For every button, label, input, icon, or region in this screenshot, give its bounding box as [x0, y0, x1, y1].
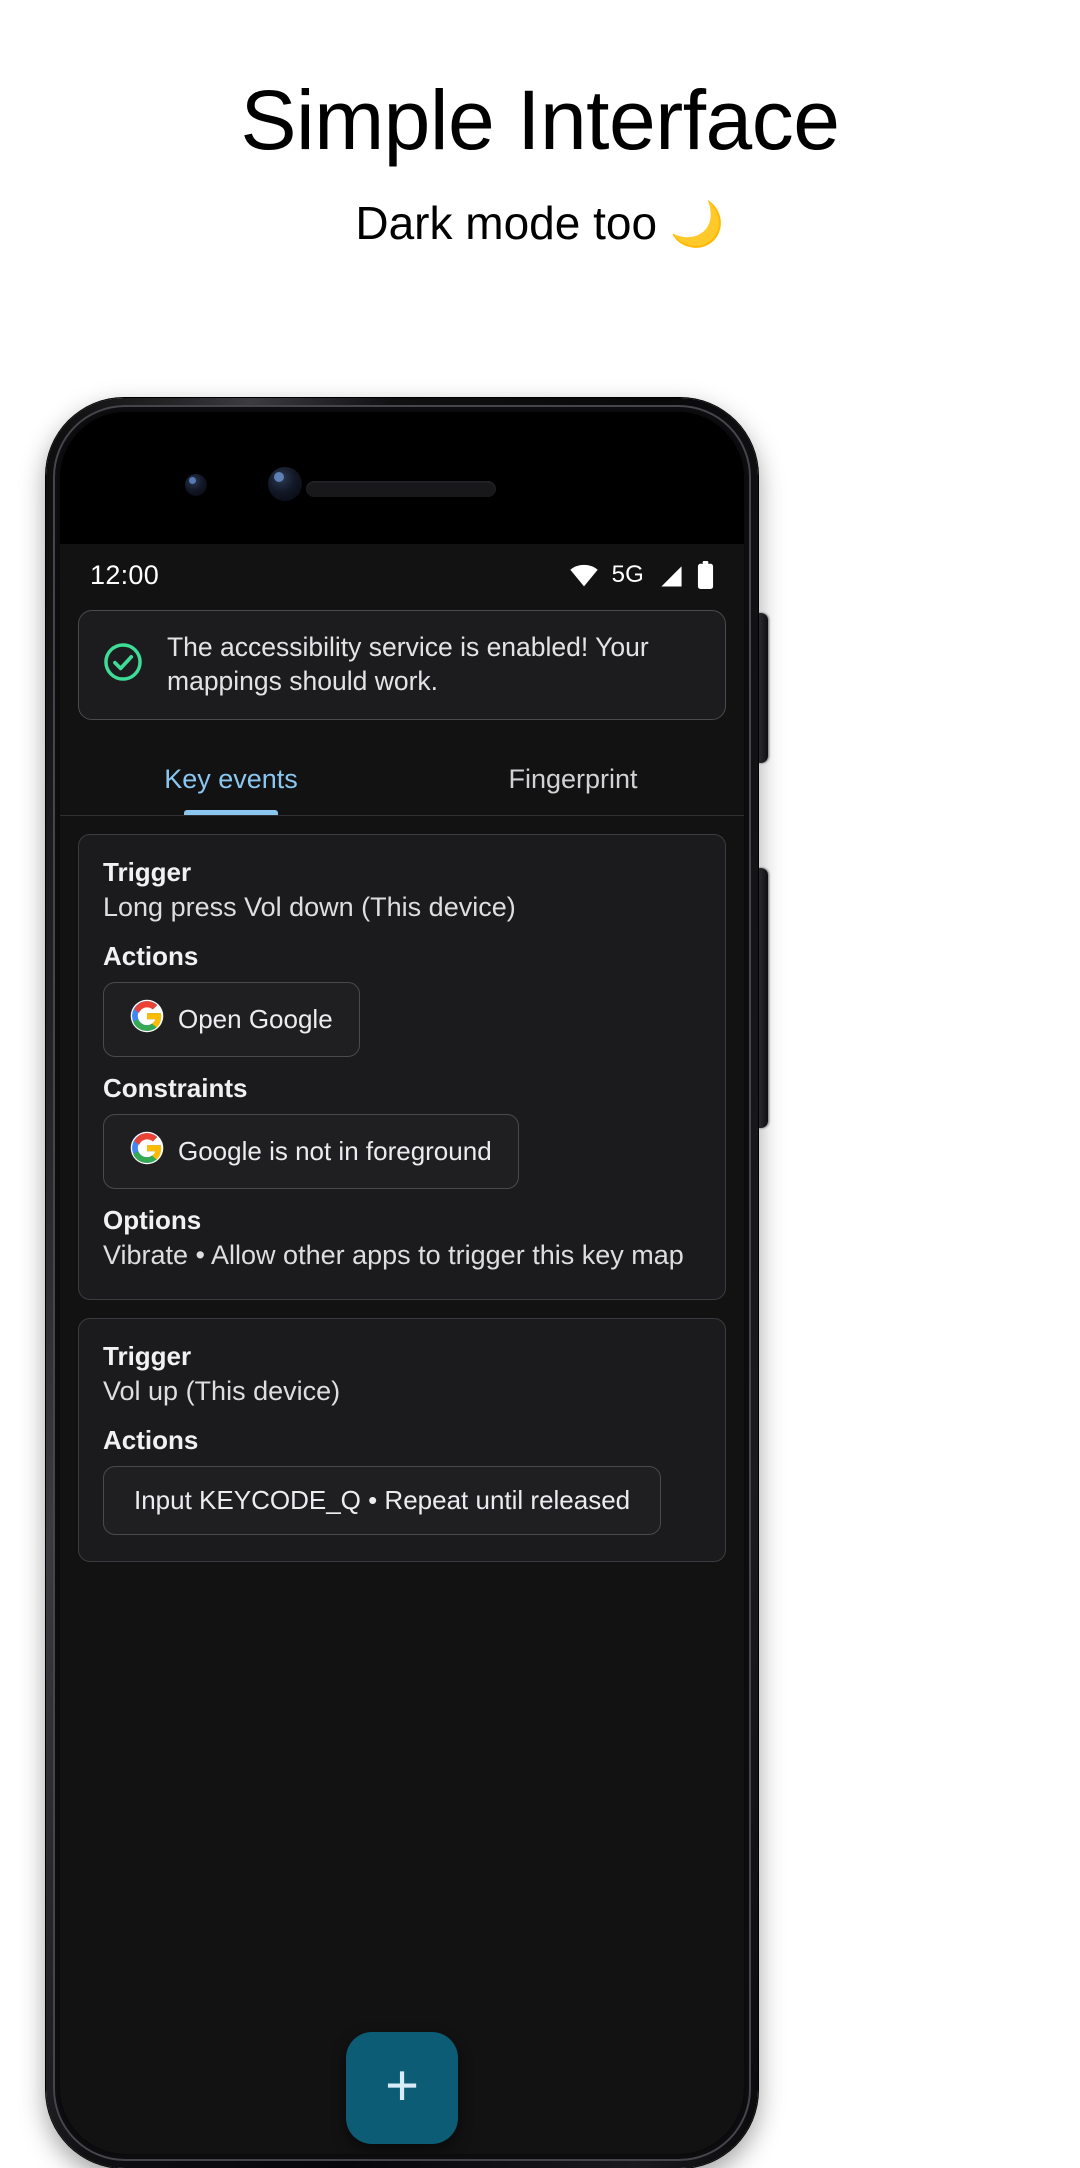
network-type-label: 5G [611, 561, 644, 588]
google-icon [130, 1131, 164, 1172]
add-key-map-button[interactable]: + [346, 2032, 458, 2144]
action-chip-label: Input KEYCODE_Q • Repeat until released [134, 1485, 631, 1516]
tab-key-events-label: Key events [164, 763, 298, 794]
tab-key-events[interactable]: Key events [60, 742, 402, 815]
action-chip-label: Open Google [178, 1003, 333, 1034]
trigger-value: Vol up (This device) [103, 1376, 341, 1406]
page-title: Simple Interface [240, 73, 840, 167]
crescent-moon-icon: 🌙 [669, 200, 725, 249]
actions-label: Actions [103, 940, 199, 971]
tab-fingerprint[interactable]: Fingerprint [402, 742, 744, 815]
phone-mockup: 12:00 5G The accessibility service is en… [46, 398, 1034, 2168]
actions-chip-row: Input KEYCODE_Q • Repeat until released [103, 1466, 701, 1536]
plus-icon: + [385, 2053, 419, 2118]
options-value: Vibrate • Allow other apps to trigger th… [103, 1239, 684, 1270]
status-icon-group: 5G [569, 561, 714, 589]
google-icon [130, 999, 164, 1040]
status-clock: 12:00 [90, 559, 160, 590]
tab-bar: Key events Fingerprint [60, 741, 744, 816]
tab-fingerprint-label: Fingerprint [508, 763, 638, 794]
page-subtitle: Dark mode too 🌙 [0, 196, 1080, 250]
trigger-value: Long press Vol down (This device) [103, 891, 516, 922]
action-chip[interactable]: Input KEYCODE_Q • Repeat until released [103, 1466, 662, 1536]
actions-chip-row: Open Google [103, 981, 701, 1057]
front-camera-icon [268, 467, 302, 501]
constraints-chip-row: Google is not in foreground [103, 1113, 701, 1189]
battery-icon [697, 561, 714, 589]
key-map-list: Trigger Long press Vol down (This device… [60, 815, 744, 1563]
promo-header: Simple Interface Dark mode too 🌙 [0, 0, 1080, 250]
page-subtitle-text: Dark mode too [355, 197, 658, 249]
app-screen: 12:00 5G The accessibility service is en… [60, 544, 744, 2154]
accessibility-status-text: The accessibility service is enabled! Yo… [167, 632, 649, 696]
earpiece-speaker [306, 481, 496, 497]
constraint-chip[interactable]: Google is not in foreground [103, 1113, 519, 1189]
key-map-card[interactable]: Trigger Long press Vol down (This device… [78, 833, 726, 1300]
sensor-icon [185, 474, 207, 496]
trigger-label: Trigger [103, 856, 192, 887]
signal-icon [657, 562, 684, 588]
key-map-card[interactable]: Trigger Vol up (This device) Actions Inp… [78, 1318, 726, 1563]
check-circle-icon [101, 640, 145, 689]
trigger-label: Trigger [103, 1341, 192, 1371]
wifi-icon [569, 563, 599, 587]
constraint-chip-label: Google is not in foreground [178, 1135, 492, 1166]
phone-screen-glass: 12:00 5G The accessibility service is en… [60, 412, 744, 2154]
constraints-label: Constraints [103, 1072, 248, 1103]
actions-label: Actions [103, 1425, 199, 1456]
action-chip[interactable]: Open Google [103, 981, 360, 1057]
status-bar: 12:00 5G [60, 544, 744, 606]
accessibility-status-banner[interactable]: The accessibility service is enabled! Yo… [78, 610, 726, 720]
phone-top-bezel [60, 412, 744, 544]
options-label: Options [103, 1204, 202, 1235]
